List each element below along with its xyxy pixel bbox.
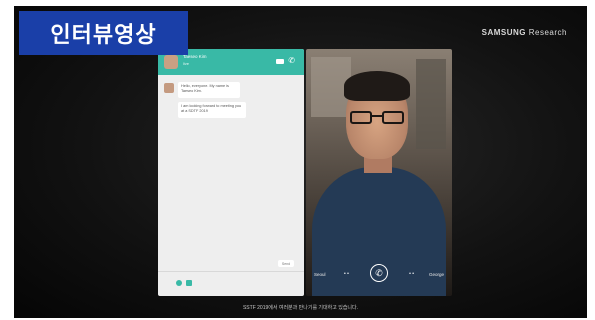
phone-icon: ✆	[288, 56, 295, 65]
phone-call-icon: ✆	[370, 264, 388, 282]
chat-input-divider	[158, 271, 304, 272]
page-left-margin	[0, 0, 14, 320]
connection-dots: • •	[344, 271, 349, 277]
background-shelf	[416, 59, 446, 149]
attach-icon	[176, 280, 182, 286]
contact-status: live	[183, 61, 190, 66]
caller-location: Seoul	[314, 272, 326, 277]
samsung-research-logo: SAMSUNG Research	[481, 28, 567, 37]
send-button: Send	[278, 260, 294, 267]
interview-video-badge: 인터뷰영상	[19, 11, 188, 55]
message-avatar	[164, 83, 174, 93]
connection-dots: • •	[409, 271, 414, 277]
call-bar: Seoul • • ✆ • • George	[306, 264, 452, 286]
video-icon	[276, 59, 284, 64]
video-call-phone-screen: Seoul • • ✆ • • George	[306, 49, 452, 296]
video-subtitle: SSTF 2019에서 여러분과 만나기를 기대하고 있습니다.	[242, 305, 359, 311]
glasses	[350, 111, 404, 125]
chat-message: I am looking forward to meeting you at a…	[178, 102, 246, 118]
callee-name: George	[428, 272, 444, 277]
person-hair	[344, 71, 410, 101]
contact-avatar	[164, 55, 178, 69]
chat-phone-screen: Taeseo Kim live ✆ Hello, everyone. My na…	[158, 49, 304, 296]
emoji-icon	[186, 280, 192, 286]
chat-message: Hello, everyone. My name is Taeseo Kim.	[178, 82, 240, 98]
